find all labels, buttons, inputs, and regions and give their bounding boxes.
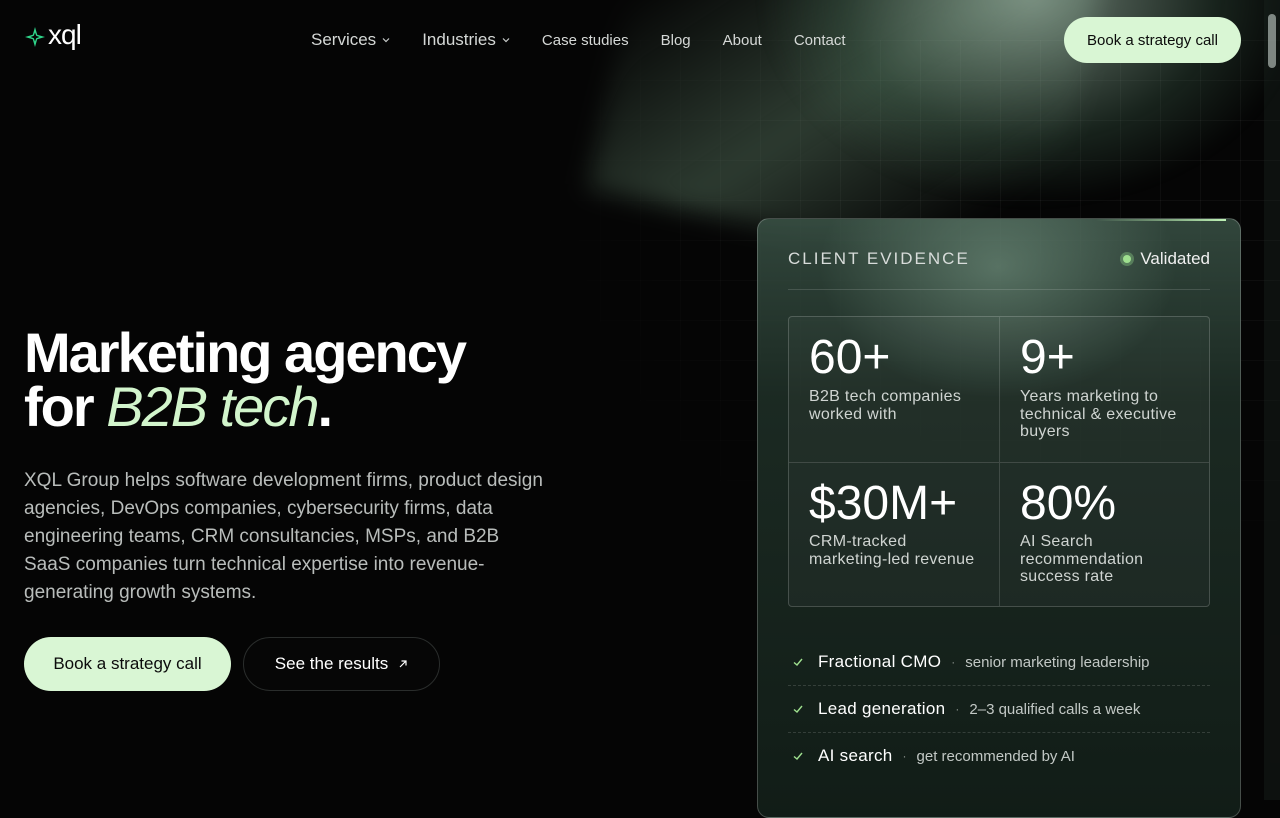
nav-item-industries[interactable]: Industries — [422, 30, 510, 50]
status-dot-icon — [1120, 252, 1135, 266]
nav-item-case-studies[interactable]: Case studies — [542, 32, 629, 49]
hero-title-line1: Marketing agency — [24, 321, 467, 384]
hero-title: Marketing agency for B2B tech. — [24, 321, 467, 435]
main-nav: Services Industries Case studies Blog Ab… — [311, 30, 878, 50]
service-item-fractional-cmo[interactable]: Fractional CMO · senior marketing leader… — [788, 639, 1210, 686]
stat-label: B2B tech companies worked with — [809, 388, 962, 423]
nav-item-label: Industries — [422, 30, 496, 49]
check-icon — [793, 705, 803, 713]
service-desc: 2–3 qualified calls a week — [969, 700, 1141, 718]
service-name: AI search — [818, 746, 893, 765]
stat-value: $30M+ — [809, 477, 958, 530]
nav-item-contact[interactable]: Contact — [794, 32, 846, 49]
see-results-button[interactable]: See the results — [243, 637, 440, 691]
nav-item-blog[interactable]: Blog — [661, 32, 691, 49]
nav-item-label: About — [722, 31, 762, 49]
stat-value: 60+ — [809, 331, 891, 384]
service-name: Lead generation — [818, 699, 946, 718]
logo[interactable]: xql — [24, 21, 82, 49]
service-desc: get recommended by AI — [916, 747, 1075, 765]
book-call-button[interactable]: Book a strategy call — [24, 637, 231, 691]
check-icon — [793, 752, 803, 760]
stat-value: 80% — [1020, 477, 1117, 530]
sparkle-logo-icon — [25, 27, 45, 47]
client-evidence-card: CLIENT EVIDENCE Validated 60+ B2B tech c… — [757, 218, 1241, 818]
chevron-down-icon — [382, 38, 390, 43]
chevron-down-icon — [502, 38, 510, 43]
validated-label: Validated — [1140, 249, 1210, 268]
nav-item-label: Services — [311, 30, 377, 49]
nav-item-label: Case studies — [541, 31, 629, 49]
stat-cell: 80% AI Search recommendation success rat… — [999, 462, 1209, 606]
hero-title-prefix: for — [24, 375, 107, 438]
stat-cell: $30M+ CRM-tracked marketing-led revenue — [789, 462, 999, 606]
card-accent-line — [1096, 219, 1226, 221]
stat-label: Years marketing to technical & executive… — [1020, 388, 1177, 440]
stat-value: 9+ — [1020, 331, 1075, 384]
hero-description: XQL Group helps software development fir… — [24, 470, 543, 603]
validated-badge: Validated — [1120, 249, 1210, 269]
card-header: CLIENT EVIDENCE Validated — [788, 249, 1210, 290]
nav-item-about[interactable]: About — [723, 32, 762, 49]
scrollbar-thumb[interactable] — [1268, 14, 1276, 68]
hero-title-suffix: . — [317, 375, 333, 438]
stat-cell: 9+ Years marketing to technical & execut… — [999, 317, 1209, 462]
see-results-label: See the results — [274, 654, 389, 673]
logo-wordmark: xql — [48, 19, 82, 50]
arrow-up-right-icon — [399, 660, 407, 668]
nav-item-label: Blog — [660, 31, 691, 49]
stat-cell: 60+ B2B tech companies worked with — [789, 317, 999, 462]
hero-title-accent: B2B tech — [106, 375, 319, 438]
card-title: CLIENT EVIDENCE — [788, 249, 970, 268]
separator-dot: · — [902, 749, 907, 763]
services-list: Fractional CMO · senior marketing leader… — [788, 639, 1210, 779]
book-call-nav-button[interactable]: Book a strategy call — [1064, 17, 1241, 63]
stat-label: CRM-tracked marketing-led revenue — [809, 533, 975, 568]
separator-dot: · — [951, 655, 956, 669]
check-icon — [793, 658, 803, 666]
separator-dot: · — [955, 702, 960, 716]
service-desc: senior marketing leadership — [965, 653, 1150, 671]
nav-item-services[interactable]: Services — [311, 30, 390, 50]
hero-title-line2: for B2B tech. — [24, 379, 465, 435]
stat-label: AI Search recommendation success rate — [1020, 533, 1144, 585]
stats-grid: 60+ B2B tech companies worked with 9+ Ye… — [788, 316, 1210, 607]
service-item-lead-generation[interactable]: Lead generation · 2–3 qualified calls a … — [788, 686, 1210, 733]
service-name: Fractional CMO — [818, 652, 942, 671]
nav-item-label: Contact — [793, 31, 846, 49]
scrollbar[interactable] — [1264, 0, 1280, 800]
service-item-ai-search[interactable]: AI search · get recommended by AI — [788, 733, 1210, 779]
